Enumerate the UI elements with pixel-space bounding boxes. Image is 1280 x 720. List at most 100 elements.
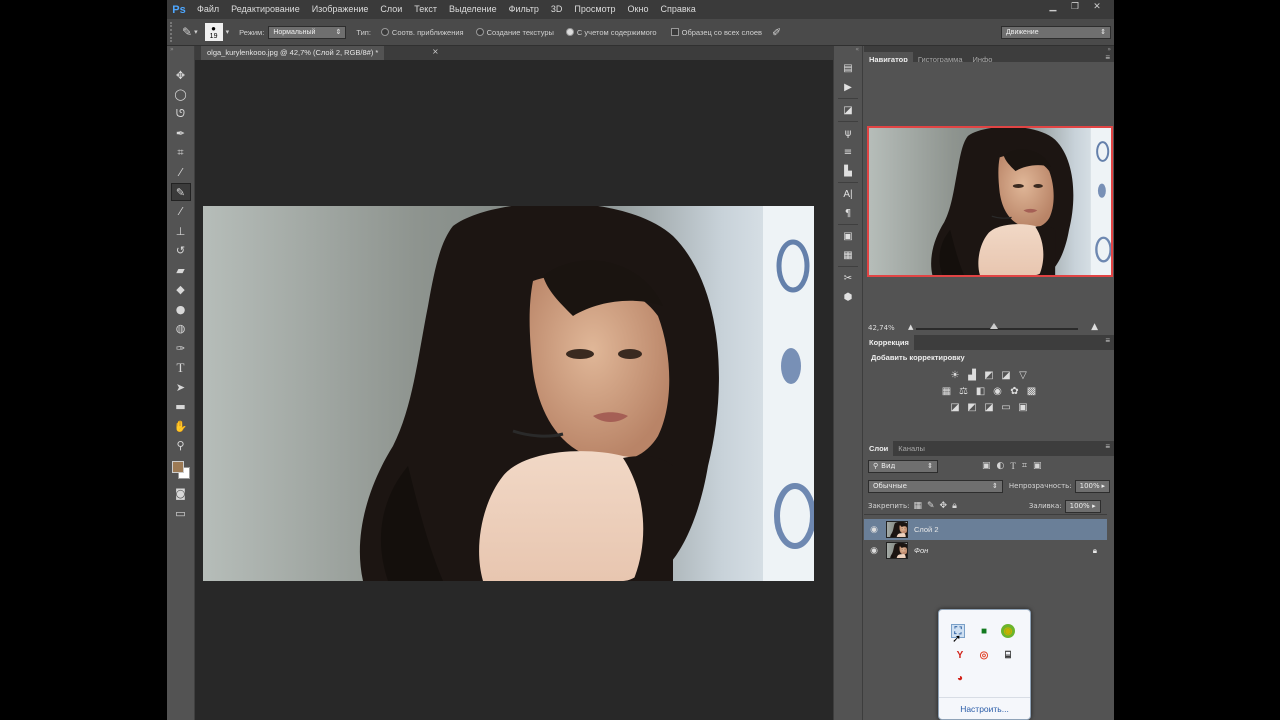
filter-smart-icon[interactable]: ▣ <box>1033 461 1042 471</box>
menu-view[interactable]: Просмотр <box>568 0 621 19</box>
minimize-icon[interactable]: ▁ <box>1042 0 1064 14</box>
brush-picker[interactable]: ● 19 <box>204 23 223 41</box>
canvas-area[interactable] <box>195 60 833 720</box>
tab-channels[interactable]: Каналы <box>893 441 930 456</box>
curves-icon[interactable]: ◩ <box>983 369 996 382</box>
layer-name[interactable]: Слой 2 <box>914 525 939 534</box>
document-tab[interactable]: olga_kurylenkooo.jpg @ 42,7% (Слой 2, RG… <box>201 46 385 60</box>
marquee-tool-icon[interactable]: ◯ <box>171 86 191 104</box>
actions-play-icon[interactable]: ▶ <box>839 79 857 95</box>
paint-bucket-tool-icon[interactable]: ◆ <box>171 281 191 299</box>
menu-image[interactable]: Изображение <box>306 0 375 19</box>
zoom-out-icon[interactable]: ▲ <box>908 323 913 331</box>
tool-preset-arrow-icon[interactable]: ▾ <box>194 28 198 36</box>
pressure-icon[interactable]: ✐ <box>772 26 781 39</box>
restore-icon[interactable]: ❐ <box>1064 0 1086 14</box>
quick-select-tool-icon[interactable]: ✒ <box>171 125 191 143</box>
3d-cube-icon[interactable]: ⬢ <box>839 289 857 305</box>
layer-name[interactable]: Фон <box>914 546 928 555</box>
create-texture-label[interactable]: Создание текстуры <box>487 28 554 37</box>
zoom-tool-icon[interactable]: ⚲ <box>171 437 191 455</box>
app-tray-icon[interactable]: ⌸ <box>1001 648 1015 662</box>
blur-tool-icon[interactable]: ● <box>171 300 191 318</box>
filter-pixel-icon[interactable]: ▣ <box>982 461 991 471</box>
lock-all-icon[interactable]: 🔒︎ <box>952 501 957 511</box>
info-panel-icon[interactable]: ▦ <box>839 247 857 263</box>
selective-color-icon[interactable]: ▣ <box>1017 401 1030 414</box>
posterize-icon[interactable]: ◩ <box>966 401 979 414</box>
lasso-tool-icon[interactable]: ᘎ <box>171 105 191 123</box>
color-lookup-icon[interactable]: ▩ <box>1025 385 1038 398</box>
clone-source-icon[interactable]: ▙ <box>839 163 857 179</box>
photo-filter-icon[interactable]: ◉ <box>991 385 1004 398</box>
spot-healing-tool-icon[interactable]: ✎ <box>170 183 191 201</box>
color-balance-icon[interactable]: ⚖ <box>957 385 970 398</box>
yandex-tray-icon[interactable]: Y <box>953 648 967 662</box>
create-texture-radio[interactable] <box>475 28 484 36</box>
menu-filter[interactable]: Фильтр <box>503 0 545 19</box>
channel-mixer-icon[interactable]: ✿ <box>1008 385 1021 398</box>
lock-transparent-icon[interactable]: ▦ <box>913 501 922 511</box>
menu-help[interactable]: Справка <box>654 0 701 19</box>
workspace-select[interactable]: Движение ⇕ <box>1001 25 1111 39</box>
path-select-tool-icon[interactable]: ➤ <box>171 378 191 396</box>
foreground-color-swatch[interactable] <box>171 460 184 473</box>
chrome-tray-icon[interactable]: ◎ <box>977 648 991 662</box>
history-brush-tool-icon[interactable]: ↺ <box>171 242 191 260</box>
menu-file[interactable]: Файл <box>191 0 225 19</box>
history-icon[interactable]: ▤ <box>839 60 857 76</box>
mode-select[interactable]: Нормальный ⇕ <box>268 25 347 39</box>
sample-all-checkbox[interactable] <box>670 28 679 36</box>
type-tool-icon[interactable]: T <box>171 359 191 377</box>
options-grip[interactable] <box>170 22 180 42</box>
opacity-field[interactable]: 100% ▸ <box>1074 479 1110 493</box>
filter-shape-icon[interactable]: ⌗ <box>1022 461 1027 471</box>
panel-menu-icon[interactable]: ≡ <box>1105 336 1110 345</box>
move-tool-icon[interactable]: ✥ <box>171 66 191 84</box>
visibility-eye-icon[interactable]: ◉ <box>864 545 884 556</box>
filter-adjustment-icon[interactable]: ◐ <box>997 461 1005 471</box>
collapse-dock-icon[interactable]: « <box>834 46 862 54</box>
proximity-match-label[interactable]: Соотв. приближения <box>392 28 464 37</box>
update-tray-icon[interactable]: ◉ <box>1001 624 1015 638</box>
lock-pixels-icon[interactable]: ✎ <box>927 501 935 511</box>
tab-layers[interactable]: Слои <box>864 441 894 456</box>
exposure-icon[interactable]: ◪ <box>1000 369 1013 382</box>
document-image[interactable] <box>203 206 814 581</box>
panel-menu-icon[interactable]: ≡ <box>1105 442 1110 451</box>
tool-presets-icon[interactable]: ◪ <box>839 102 857 118</box>
rectangle-tool-icon[interactable]: ▬ <box>171 398 191 416</box>
sample-all-label[interactable]: Образец со всех слоев <box>682 28 762 37</box>
zoom-percent[interactable]: 42,74% <box>868 324 895 332</box>
vibrance-icon[interactable]: ▽ <box>1017 369 1030 382</box>
clone-stamp-tool-icon[interactable]: ⊥ <box>171 222 191 240</box>
layer-row[interactable]: ◉ Слой 2 <box>864 519 1107 540</box>
invert-icon[interactable]: ◪ <box>949 401 962 414</box>
fill-field[interactable]: 100% ▸ <box>1064 499 1101 513</box>
threshold-icon[interactable]: ◪ <box>983 401 996 414</box>
green-square-tray-icon[interactable]: ■ <box>977 624 991 638</box>
tab-correction[interactable]: Коррекция <box>864 335 914 350</box>
customize-link[interactable]: Настроить... <box>939 697 1030 719</box>
layer-row[interactable]: ◉ Фон 🔒︎ <box>864 540 1107 561</box>
panel-menu-icon[interactable]: ≡ <box>1105 53 1110 62</box>
visibility-eye-icon[interactable]: ◉ <box>864 524 884 535</box>
blend-mode-select[interactable]: Обычные ⇕ <box>868 479 1003 493</box>
pen-tool-icon[interactable]: ✑ <box>171 339 191 357</box>
menu-layers[interactable]: Слои <box>374 0 408 19</box>
black-white-icon[interactable]: ◧ <box>974 385 987 398</box>
brush-presets-icon[interactable]: ψ <box>839 125 857 141</box>
brightness-icon[interactable]: ☀ <box>949 369 962 382</box>
character-icon[interactable]: A| <box>839 186 857 202</box>
menu-3d[interactable]: 3D <box>545 0 569 19</box>
tools-cross-icon[interactable]: ✂ <box>839 270 857 286</box>
screen-mode-icon[interactable]: ▭ <box>171 504 191 522</box>
content-aware-radio[interactable] <box>565 28 574 36</box>
eraser-tool-icon[interactable]: ▰ <box>171 261 191 279</box>
proximity-match-radio[interactable] <box>380 28 389 36</box>
layer-filter-select[interactable]: ⚲ Вид ⇕ <box>868 459 938 473</box>
brush-settings-icon[interactable]: ≡ <box>839 144 857 160</box>
menu-select[interactable]: Выделение <box>443 0 503 19</box>
crop-tool-icon[interactable]: ⌗ <box>171 144 191 162</box>
menu-window[interactable]: Окно <box>622 0 655 19</box>
